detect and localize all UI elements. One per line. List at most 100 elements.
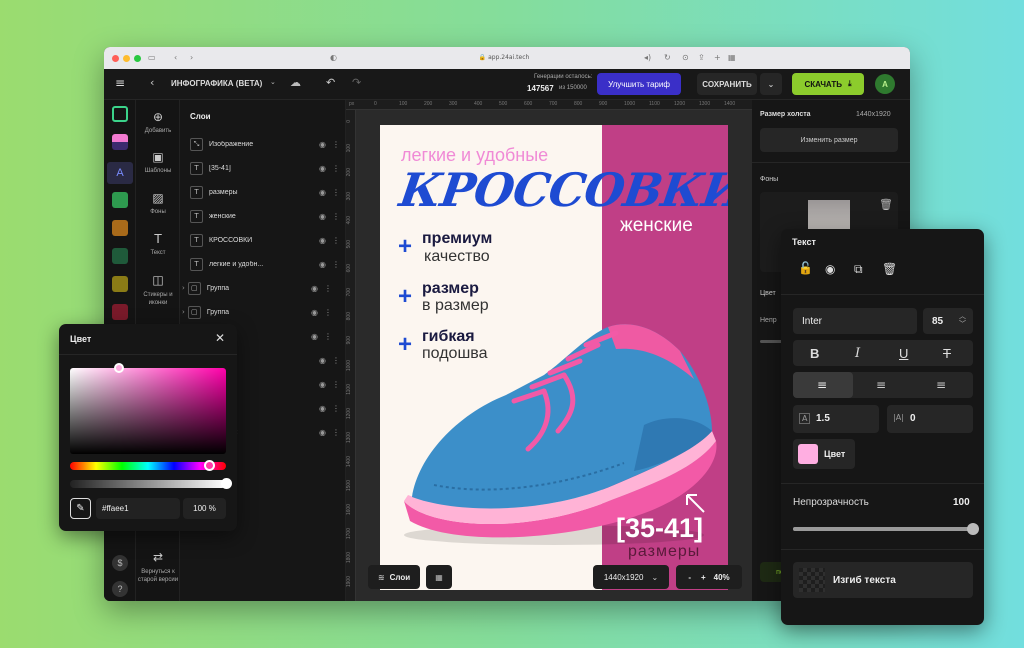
- layer-visibility-icon[interactable]: ◉: [311, 284, 318, 293]
- curve-text-button[interactable]: Изгиб текста: [793, 562, 973, 598]
- layers-toggle-button[interactable]: ≋ Слои: [368, 565, 420, 589]
- forward-arrow-icon[interactable]: ›: [190, 52, 193, 64]
- redo-icon[interactable]: ↷: [352, 76, 361, 89]
- align-right-icon[interactable]: ≡: [936, 378, 946, 392]
- tool-templates[interactable]: ▣ Шаблоны: [136, 149, 180, 174]
- rail-text-ai-icon[interactable]: A: [107, 162, 133, 184]
- hamburger-menu-icon[interactable]: ≡: [115, 76, 125, 90]
- delete-background-icon[interactable]: 🗑: [879, 198, 893, 211]
- cloud-sync-icon[interactable]: ☁: [290, 76, 301, 89]
- layer-row[interactable]: T [35-41] ◉ ⋮: [190, 159, 340, 177]
- bold-button[interactable]: B: [810, 346, 819, 361]
- layer-more-icon[interactable]: ⋮: [332, 236, 340, 245]
- layer-more-icon[interactable]: ⋮: [332, 260, 340, 269]
- letter-spacing-input[interactable]: |A| 0: [887, 405, 973, 433]
- hex-input[interactable]: #ffaee1: [96, 498, 180, 519]
- hide-rulers-icon[interactable]: ▦: [426, 565, 452, 589]
- minimize-window-dot[interactable]: [123, 54, 130, 62]
- layer-more-icon[interactable]: ⋮: [332, 404, 340, 413]
- layer-visibility-icon[interactable]: ◉: [319, 164, 326, 173]
- expand-chevron-icon[interactable]: ›: [182, 308, 185, 316]
- lock-icon[interactable]: 🔓: [798, 261, 813, 275]
- hue-slider[interactable]: [70, 462, 226, 470]
- back-arrow-icon[interactable]: ‹: [174, 52, 177, 64]
- layer-more-icon[interactable]: ⋮: [324, 284, 332, 293]
- close-window-dot[interactable]: [112, 54, 119, 62]
- eyedropper-icon[interactable]: ✎: [70, 498, 91, 519]
- upgrade-plan-button[interactable]: Улучшить тариф: [597, 73, 681, 95]
- color-opacity-input[interactable]: 100 %: [183, 498, 226, 519]
- poster-size-range[interactable]: [35-41]: [616, 513, 703, 544]
- tool-stickers[interactable]: ◫ Стикеры и иконки: [136, 272, 180, 307]
- reload-icon[interactable]: ↻: [664, 52, 671, 64]
- layer-more-icon[interactable]: ⋮: [332, 188, 340, 197]
- layer-more-icon[interactable]: ⋮: [324, 332, 332, 341]
- layer-row[interactable]: Tженские ◉ ⋮: [190, 207, 340, 225]
- rail-crypto-icon[interactable]: $: [112, 555, 128, 571]
- layer-visibility-icon[interactable]: ◉: [319, 188, 326, 197]
- rail-effects-icon[interactable]: [112, 248, 128, 264]
- url-bar[interactable]: 🔒 app.24ai.tech: [444, 52, 564, 64]
- layer-row[interactable]: T КРОССОВКИ ◉ ⋮: [190, 231, 340, 249]
- avatar[interactable]: A: [875, 74, 895, 94]
- feature-1-light[interactable]: качество: [424, 248, 490, 266]
- opacity-slider-track[interactable]: [793, 527, 973, 531]
- alpha-handle[interactable]: [221, 478, 232, 489]
- layer-visibility-icon[interactable]: ◉: [319, 140, 326, 149]
- rail-help-icon[interactable]: ?: [112, 581, 128, 597]
- maximize-window-dot[interactable]: [134, 54, 141, 62]
- zoom-in-button[interactable]: +: [701, 573, 706, 582]
- strikethrough-button[interactable]: T: [943, 346, 951, 361]
- change-size-button[interactable]: Изменить размер: [760, 128, 898, 152]
- project-dropdown-chevron-icon[interactable]: ⌄: [270, 78, 276, 86]
- layer-visibility-icon[interactable]: ◉: [319, 428, 326, 437]
- layer-more-icon[interactable]: ⋮: [332, 140, 340, 149]
- back-chevron-icon[interactable]: ‹: [150, 76, 154, 89]
- font-family-select[interactable]: Inter: [793, 308, 917, 334]
- back-to-old-version[interactable]: ⇄ Вернуться к старой версии: [136, 549, 180, 584]
- save-button[interactable]: СОХРАНИТЬ: [697, 73, 757, 95]
- saturation-handle[interactable]: [114, 363, 124, 373]
- opacity-slider-handle[interactable]: [967, 523, 979, 535]
- poster-size-label[interactable]: размеры: [628, 543, 700, 561]
- layer-more-icon[interactable]: ⋮: [332, 212, 340, 221]
- layer-row[interactable]: Tразмеры ◉ ⋮: [190, 183, 340, 201]
- poster-subhead[interactable]: женские: [620, 215, 693, 237]
- layer-row[interactable]: Tлегкие и удобн... ◉ ⋮: [190, 255, 340, 273]
- duplicate-icon[interactable]: ⧉: [854, 262, 863, 277]
- rail-banner-icon[interactable]: [112, 134, 128, 150]
- tool-add[interactable]: ⊕ Добавить: [136, 109, 180, 134]
- sidebar-toggle-icon[interactable]: ▭: [148, 52, 156, 64]
- close-icon[interactable]: ✕: [215, 331, 225, 345]
- tool-backgrounds[interactable]: ▨ Фоны: [136, 190, 180, 215]
- rail-grid-icon[interactable]: [112, 220, 128, 236]
- download-button[interactable]: СКАЧАТЬ ⤓: [792, 73, 864, 95]
- rail-stickers-icon[interactable]: [112, 276, 128, 292]
- audio-icon[interactable]: ◂): [644, 52, 651, 64]
- layer-more-icon[interactable]: ⋮: [332, 428, 340, 437]
- layer-visibility-icon[interactable]: ◉: [319, 212, 326, 221]
- share-icon[interactable]: ⇪: [698, 52, 705, 64]
- visibility-eye-icon[interactable]: ◉: [825, 262, 835, 276]
- layer-row[interactable]: › ▢ Группа ◉ ⋮: [182, 303, 332, 321]
- layer-more-icon[interactable]: ⋮: [324, 308, 332, 317]
- save-options-chevron-icon[interactable]: ⌄: [760, 73, 782, 95]
- layer-more-icon[interactable]: ⋮: [332, 356, 340, 365]
- project-title[interactable]: ИНФОГРАФИКА (BETA): [171, 79, 262, 88]
- hue-handle[interactable]: [204, 460, 215, 471]
- new-tab-icon[interactable]: +: [714, 52, 721, 64]
- underline-button[interactable]: U: [899, 346, 908, 361]
- font-size-stepper-icon[interactable]: ︿ ﹀: [959, 312, 966, 328]
- layer-row[interactable]: › ▢ Группа ◉ ⋮: [182, 279, 332, 297]
- canvas-size-select[interactable]: 1440x1920 ⌄: [593, 565, 669, 589]
- layer-visibility-icon[interactable]: ◉: [319, 380, 326, 389]
- alpha-slider[interactable]: [70, 480, 226, 488]
- rail-infographic-icon[interactable]: [112, 106, 128, 122]
- download-browser-icon[interactable]: ⊙: [682, 52, 689, 64]
- delete-icon[interactable]: 🗑: [882, 262, 897, 276]
- layer-visibility-icon[interactable]: ◉: [319, 260, 326, 269]
- line-height-input[interactable]: A 1.5: [793, 405, 879, 433]
- layer-row[interactable]: ⤡ Изображение ◉ ⋮: [190, 135, 340, 153]
- zoom-out-button[interactable]: -: [688, 573, 691, 582]
- layer-more-icon[interactable]: ⋮: [332, 380, 340, 389]
